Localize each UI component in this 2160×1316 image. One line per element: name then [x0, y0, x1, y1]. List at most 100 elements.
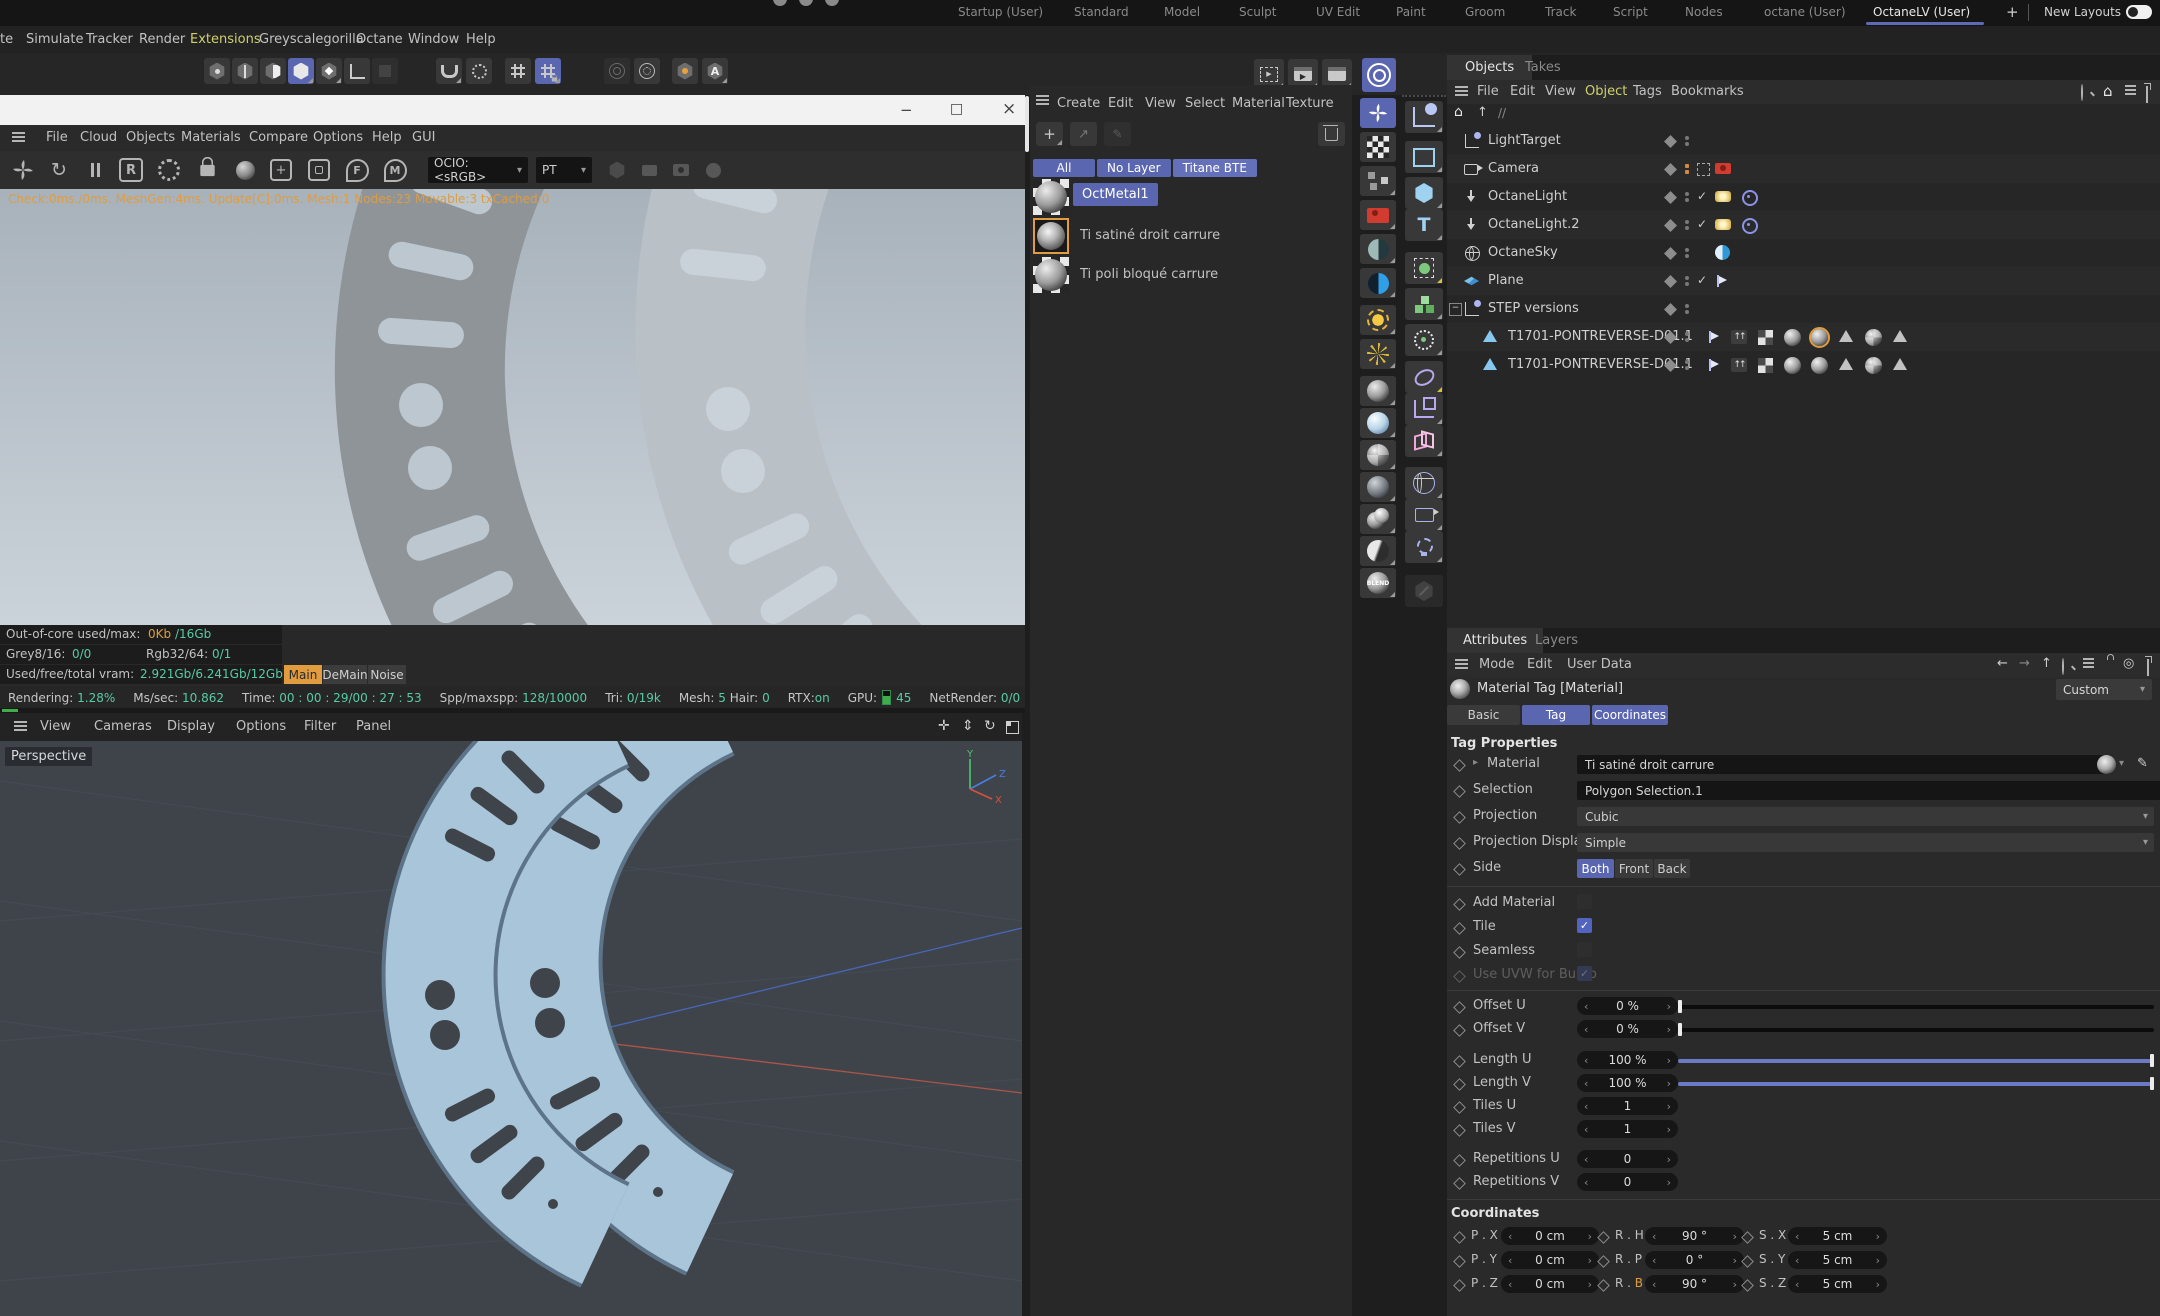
layout-tab-octanelv-active[interactable]: OctaneLV (User) — [1873, 5, 1970, 19]
layout-tab-script[interactable]: Script — [1613, 5, 1648, 19]
filter-icon[interactable] — [2083, 658, 2094, 660]
material-link-caret[interactable]: ▾ — [2119, 758, 2124, 769]
offset-u-slider[interactable] — [1678, 1005, 2154, 1009]
visibility-dots[interactable] — [1685, 274, 1689, 288]
solo-button[interactable] — [672, 58, 698, 84]
material-menu-create[interactable]: Create — [1057, 96, 1100, 111]
object-menu-view[interactable]: View — [1545, 84, 1576, 99]
section-tab-tag[interactable]: Tag — [1522, 705, 1590, 725]
pass-tab-demain[interactable]: DeMain — [323, 665, 367, 684]
texture-mode-button[interactable] — [316, 58, 342, 84]
visibility-dots[interactable] — [1685, 218, 1689, 232]
octane-rect-button[interactable] — [636, 157, 662, 183]
polygon-mode-button[interactable] — [260, 58, 286, 84]
material-tag[interactable] — [1811, 357, 1828, 374]
material-menu-select[interactable]: Select — [1185, 96, 1225, 111]
material-menu-edit[interactable]: Edit — [1108, 96, 1133, 111]
deformer-button[interactable] — [1405, 361, 1443, 393]
offset-u-spinner[interactable]: ‹0 %› — [1577, 997, 1678, 1015]
menu-help[interactable]: Help — [466, 32, 496, 47]
visibility-dots[interactable] — [1685, 358, 1689, 372]
panel-scrollbar[interactable] — [1025, 96, 1029, 152]
octane-restart-button[interactable]: ↻ — [44, 155, 74, 185]
octane-node-editor-button[interactable] — [1360, 166, 1396, 196]
octane-maximize-button[interactable]: □ — [950, 101, 963, 117]
octane-specular-material-button[interactable] — [1360, 440, 1396, 470]
tree-row-lighttarget[interactable]: LightTarget — [1447, 127, 2160, 155]
coord-rb-spinner[interactable]: ‹90 °› — [1645, 1275, 1744, 1293]
preset-dropdown[interactable]: Custom ▾ — [2056, 679, 2152, 700]
coord-sy-spinner[interactable]: ‹5 cm› — [1788, 1251, 1887, 1269]
path-up-icon[interactable]: ↑ — [1477, 105, 1488, 120]
phong-tag[interactable] — [1893, 358, 1907, 370]
coord-sz-spinner[interactable]: ‹5 cm› — [1788, 1275, 1887, 1293]
offset-v-slider[interactable] — [1678, 1028, 2154, 1032]
section-tab-coordinates[interactable]: Coordinates — [1592, 705, 1668, 725]
tree-row-t1701-a[interactable]: T1701-PONTREVERSE-D01.1 ↑↑ — [1447, 323, 2160, 351]
new-layouts-button[interactable]: New Layouts — [2044, 5, 2121, 19]
attributes-menu-mode[interactable]: Mode — [1479, 657, 1514, 672]
object-name[interactable]: Camera — [1488, 161, 1539, 176]
object-menu-object[interactable]: Object — [1585, 84, 1627, 99]
visibility-dots[interactable] — [1685, 162, 1689, 176]
octane-menu-materials[interactable]: Materials — [181, 130, 241, 145]
octane-hdri-env-button[interactable] — [1360, 234, 1396, 264]
material-name[interactable]: Ti satiné droit carrure — [1080, 228, 1220, 243]
coord-py-spinner[interactable]: ‹0 cm› — [1501, 1251, 1599, 1269]
tab-objects[interactable]: Objects — [1447, 55, 1532, 80]
material-row-octmetal[interactable]: OctMetal1 — [1030, 179, 1352, 218]
octane-menu-file[interactable]: File — [46, 130, 68, 145]
cube-primitive-button[interactable] — [1405, 177, 1443, 209]
layout-tab-startup[interactable]: Startup (User) — [958, 5, 1043, 19]
octane-texture-env-button[interactable] — [1360, 132, 1396, 162]
spline-rect-button[interactable] — [1405, 141, 1443, 173]
add-layout-button[interactable]: + — [2006, 3, 2019, 21]
texture-tag[interactable] — [1758, 330, 1773, 345]
viewport-menu-panel[interactable]: Panel — [356, 719, 391, 734]
track-target-icon[interactable]: ◎ — [2123, 656, 2134, 671]
menu-simulate[interactable]: Simulate — [26, 32, 83, 47]
object-hamburger-icon[interactable] — [1455, 86, 1468, 88]
tree-row-stepversions[interactable]: − STEP versions — [1447, 295, 2160, 323]
slider-handle[interactable] — [2150, 1077, 2154, 1090]
object-menu-bookmarks[interactable]: Bookmarks — [1671, 84, 1744, 99]
viewport-zoom-icon[interactable]: ⇕ — [962, 718, 974, 734]
phong-tag[interactable] — [1893, 330, 1907, 342]
menu-tracker[interactable]: Tracker — [86, 32, 133, 47]
uvw-tag[interactable]: ↑↑ — [1731, 358, 1747, 372]
search-icon[interactable] — [2081, 84, 2083, 101]
object-name[interactable]: LightTarget — [1488, 133, 1561, 148]
object-name[interactable]: Plane — [1488, 273, 1524, 288]
octane-glossy-material-button[interactable] — [1360, 408, 1396, 438]
coord-sx-spinner[interactable]: ‹5 cm› — [1788, 1227, 1887, 1245]
material-name-selected[interactable]: OctMetal1 — [1073, 183, 1158, 206]
material-menu-view[interactable]: View — [1145, 96, 1176, 111]
octane-pause-button[interactable] — [82, 155, 108, 185]
enabled-check[interactable]: ✓ — [1697, 273, 1707, 287]
layer-tab-titane[interactable]: Titane BTE — [1173, 159, 1257, 177]
popout-icon[interactable] — [2147, 659, 2149, 676]
repetitions-u-spinner[interactable]: ‹0› — [1577, 1150, 1678, 1168]
object-name[interactable]: OctaneLight.2 — [1488, 217, 1580, 232]
texture-tag[interactable] — [1758, 358, 1773, 373]
visibility-dots[interactable] — [1685, 190, 1689, 204]
octane-sub-region-button[interactable] — [304, 155, 334, 185]
subdivide-button[interactable] — [1405, 252, 1443, 284]
tiles-u-spinner[interactable]: ‹1› — [1577, 1097, 1678, 1115]
octane-menu-help[interactable]: Help — [372, 130, 402, 145]
octane-region-button[interactable]: R — [116, 155, 146, 185]
visibility-dots[interactable] — [1685, 246, 1689, 260]
layer-diamond[interactable] — [1664, 303, 1677, 316]
add-material-checkbox[interactable] — [1577, 894, 1592, 909]
menu-octane[interactable]: Octane — [356, 32, 403, 47]
theme-toggle[interactable] — [2126, 5, 2152, 19]
assign-material-button[interactable]: ↗ — [1070, 122, 1097, 146]
visibility-dots[interactable] — [1685, 302, 1689, 316]
octane-liveviewer-button[interactable] — [1360, 98, 1396, 128]
layer-diamond[interactable] — [1664, 275, 1677, 288]
octane-material-pick-button[interactable]: M — [380, 155, 410, 185]
viewport-hamburger-icon[interactable] — [14, 721, 27, 723]
tab-takes[interactable]: Takes — [1525, 60, 1561, 75]
octane-dialog-button[interactable] — [1362, 58, 1396, 92]
target-tag[interactable] — [1742, 218, 1758, 234]
